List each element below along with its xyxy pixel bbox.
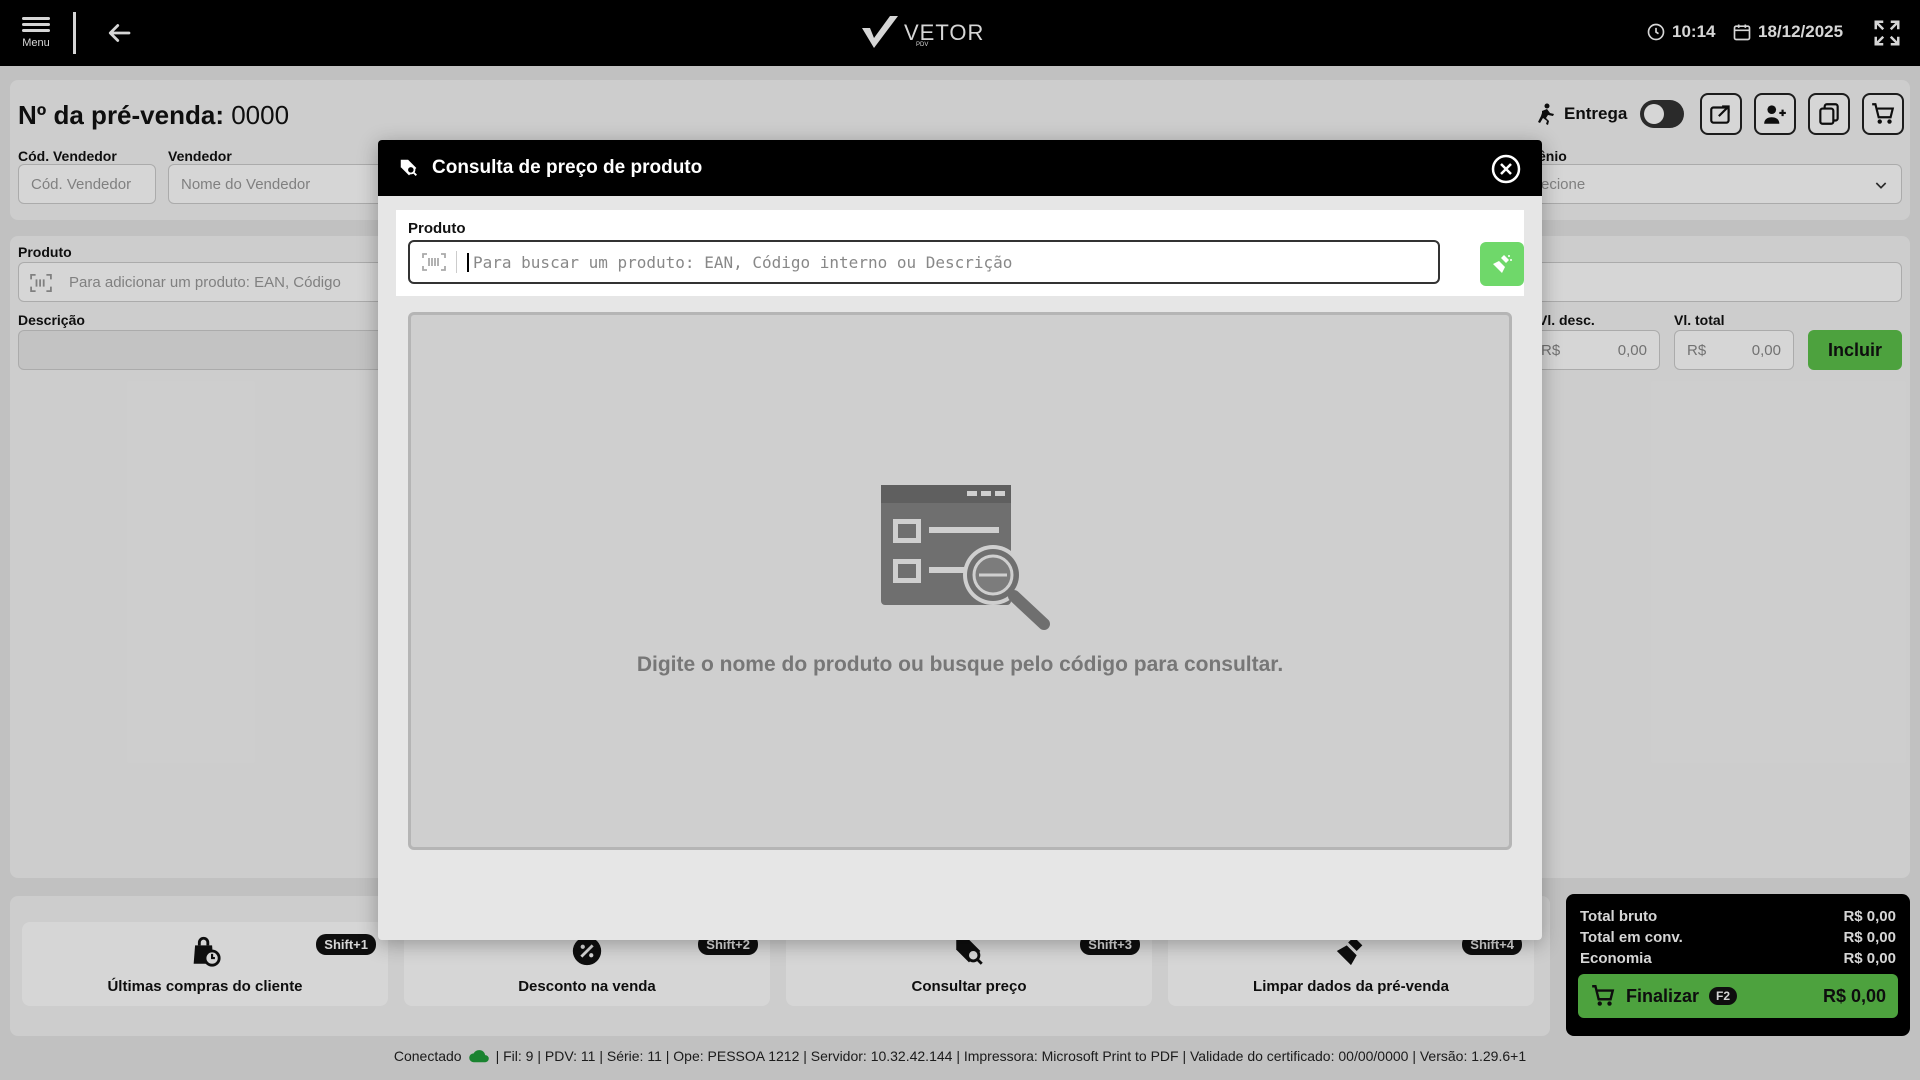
modal-produto-label: Produto	[408, 220, 466, 237]
price-tag-icon	[400, 159, 417, 176]
close-icon[interactable]	[1490, 153, 1522, 185]
modal-header: Consulta de preço de produto	[378, 140, 1542, 196]
modal-title: Consulta de preço de produto	[432, 157, 703, 178]
modal-search-section: Produto	[396, 210, 1524, 296]
barcode-icon	[422, 253, 446, 271]
modal-search-input[interactable]	[467, 252, 1438, 272]
price-lookup-modal: Consulta de preço de produto Produto Par…	[378, 140, 1542, 940]
clear-search-button[interactable]	[1480, 242, 1524, 286]
broom-icon	[1493, 255, 1512, 273]
results-area: Digite o nome do produto ou busque pelo …	[408, 312, 1512, 850]
search-window-illustration-icon	[881, 485, 1050, 630]
input-separator	[456, 251, 457, 273]
empty-state-message: Digite o nome do produto ou busque pelo …	[636, 653, 1284, 676]
modal-search-field[interactable]	[408, 240, 1440, 284]
